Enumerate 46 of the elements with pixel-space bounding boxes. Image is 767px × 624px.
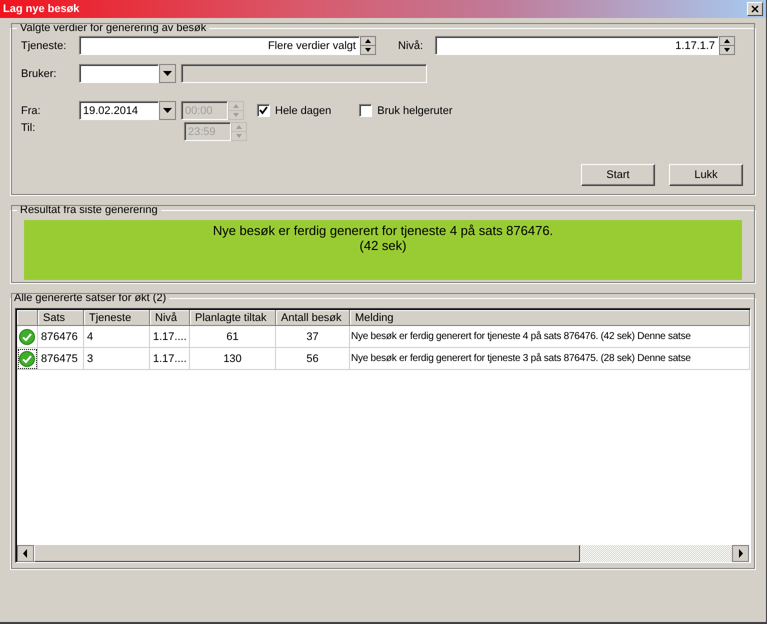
column-header[interactable]: Antall besøk: [276, 310, 350, 326]
dialog-button[interactable]: Start: [581, 164, 655, 186]
column-header[interactable]: [17, 310, 38, 326]
user-dropdown[interactable]: [79, 64, 159, 83]
scroll-right-button[interactable]: [732, 545, 749, 562]
table-cell: 1.17....: [150, 326, 190, 348]
close-button[interactable]: [747, 2, 763, 16]
checkbox-label: Hele dagen: [275, 104, 332, 116]
checkbox-label: Bruk helgeruter: [377, 104, 452, 116]
column-header[interactable]: Melding: [350, 310, 750, 326]
field-label: Fra:: [21, 104, 42, 116]
dropdown-button[interactable]: [159, 64, 176, 83]
column-header[interactable]: Sats: [38, 310, 84, 326]
window-title: Lag nye besøk: [3, 3, 80, 15]
table-cell: 56: [276, 348, 350, 370]
group-title: Valgte verdier for generering av besøk: [19, 22, 208, 34]
result-message: (42 sek): [360, 238, 406, 253]
result-message: Nye besøk er ferdig generert for tjeneste 4 på sats 876476.: [212, 223, 554, 238]
table-cell: 1.17....: [150, 348, 190, 370]
field-label: Bruker:: [21, 68, 58, 80]
checkbox[interactable]: [359, 104, 372, 117]
spin-buttons[interactable]: [719, 36, 736, 55]
column-header[interactable]: Nivå: [150, 310, 190, 326]
table-cell: Nye besøk er ferdig generert for tjeneste 3 på sats 876475. (28 sek) Denne satse: [350, 348, 750, 370]
table-cell: 37: [276, 326, 350, 348]
table-cell: 130: [190, 348, 276, 370]
service-field[interactable]: Flere verdier valgt: [79, 36, 360, 55]
table-cell: 61: [190, 326, 276, 348]
scroll-left-button[interactable]: [17, 545, 34, 562]
field-label: Nivå:: [398, 40, 424, 52]
scrollbar-thumb[interactable]: [34, 545, 580, 562]
table-cell: 876476: [38, 326, 84, 348]
table-cell: Nye besøk er ferdig generert for tjeneste 4 på sats 876476. (42 sek) Denne satse: [350, 326, 750, 348]
dropdown-button[interactable]: [159, 101, 176, 120]
column-header[interactable]: Planlagte tiltak: [190, 310, 276, 326]
table-cell: 3: [84, 348, 150, 370]
table-cell: 4: [84, 326, 150, 348]
level-field[interactable]: 1.17.1.7: [435, 36, 720, 55]
date-field[interactable]: 19.02.2014: [79, 101, 159, 120]
dialog-button[interactable]: Lukk: [669, 164, 743, 186]
field-label: Tjeneste:: [21, 40, 68, 52]
column-header[interactable]: Tjeneste: [84, 310, 150, 326]
checkbox[interactable]: [257, 104, 270, 117]
spin-buttons[interactable]: [360, 36, 376, 55]
field-label: Til:: [21, 122, 36, 134]
table-cell: 876475: [38, 348, 84, 370]
